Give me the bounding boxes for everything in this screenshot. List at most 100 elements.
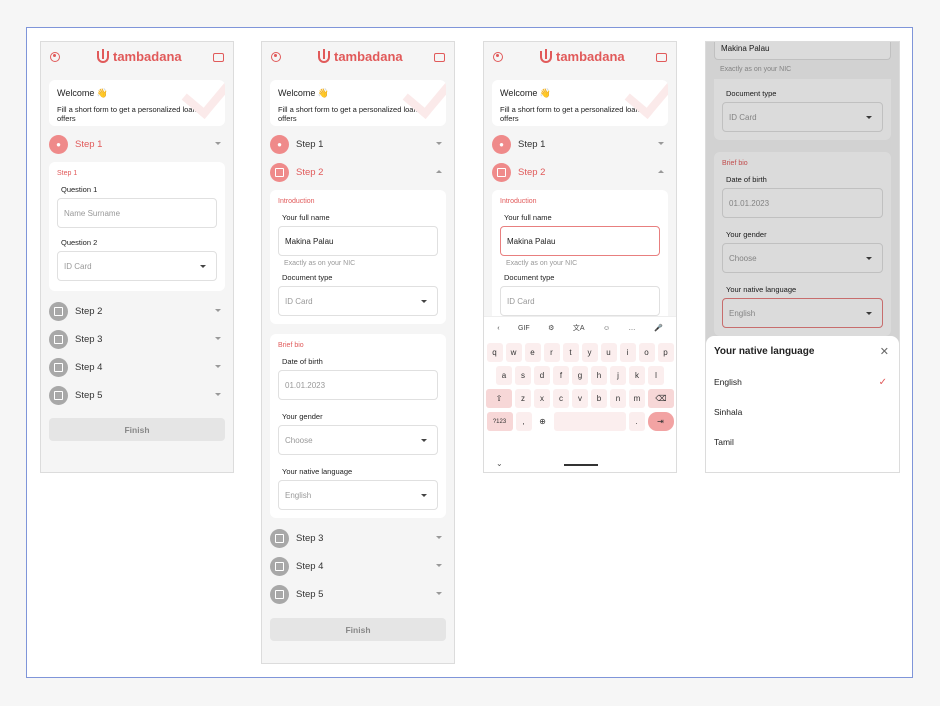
finish-button[interactable]: Finish <box>270 618 446 641</box>
key-r[interactable]: r <box>543 343 560 362</box>
key-d[interactable]: d <box>534 366 550 385</box>
question-1-input[interactable]: Name Surname <box>57 198 217 228</box>
comma-key[interactable]: , <box>515 412 532 431</box>
next-key[interactable]: ⇥ <box>647 412 674 431</box>
key-k[interactable]: k <box>629 366 645 385</box>
form-icon <box>49 301 68 321</box>
sticker-icon[interactable]: ☺ <box>603 325 610 332</box>
key-e[interactable]: e <box>524 343 541 362</box>
full-name-input[interactable]: Makina Palau <box>500 226 660 256</box>
key-n[interactable]: n <box>610 389 626 408</box>
key-l[interactable]: l <box>648 366 664 385</box>
key-s[interactable]: s <box>515 366 531 385</box>
backspace-key[interactable]: ⌫ <box>648 389 674 408</box>
mic-icon[interactable]: 🎤 <box>654 324 663 332</box>
option-sinhala[interactable]: Sinhala <box>714 397 891 427</box>
document-type-select[interactable]: ID Card <box>278 286 438 316</box>
introduction-card: Document type ID Card <box>714 79 891 140</box>
key-m[interactable]: m <box>629 389 645 408</box>
welcome-card: Welcome 👋 Fill a short form to get a per… <box>492 80 668 126</box>
id-card-icon <box>270 528 289 548</box>
key-y[interactable]: y <box>581 343 598 362</box>
gender-select[interactable]: Choose <box>278 425 438 455</box>
back-icon[interactable]: ‹ <box>497 325 499 332</box>
gender-select[interactable]: Choose <box>722 243 883 273</box>
step-1-header[interactable]: ● Step 1 <box>49 130 225 158</box>
brief-bio-card: Brief bio Date of birth 01.01.2023 Your … <box>714 152 891 336</box>
key-i[interactable]: i <box>619 343 636 362</box>
translate-icon[interactable]: 文A <box>573 323 585 333</box>
introduction-card: Introduction Your full name Makina Palau… <box>492 190 668 324</box>
step-5-header[interactable]: Step 5 <box>49 381 225 409</box>
profile-icon[interactable] <box>271 52 281 62</box>
option-tamil[interactable]: Tamil <box>714 427 891 457</box>
key-v[interactable]: v <box>572 389 588 408</box>
key-t[interactable]: t <box>562 343 579 362</box>
step-3-header[interactable]: Step 3 <box>270 524 446 552</box>
dropdown-icon <box>200 265 206 268</box>
profile-icon[interactable] <box>493 52 503 62</box>
chevron-down-icon <box>436 592 442 595</box>
key-a[interactable]: a <box>496 366 512 385</box>
finish-button[interactable]: Finish <box>49 418 225 441</box>
key-u[interactable]: u <box>600 343 617 362</box>
step-5-header[interactable]: Step 5 <box>270 580 446 608</box>
key-f[interactable]: f <box>553 366 569 385</box>
chevron-down-icon <box>436 536 442 539</box>
language-bottom-sheet: Your native language ✕ English ✓ Sinhala … <box>706 336 899 472</box>
close-icon[interactable]: ✕ <box>880 345 889 358</box>
full-name-input[interactable]: Makina Palau <box>278 226 438 256</box>
key-j[interactable]: j <box>610 366 626 385</box>
period-key[interactable]: . <box>628 412 645 431</box>
document-type-select[interactable]: ID Card <box>722 102 883 132</box>
chat-icon[interactable] <box>656 53 667 62</box>
chevron-down-icon <box>215 393 221 396</box>
brand-logo: tambadana <box>97 48 182 64</box>
document-type-select[interactable]: ID Card <box>500 286 660 316</box>
key-h[interactable]: h <box>591 366 607 385</box>
chat-icon[interactable] <box>213 53 224 62</box>
option-english[interactable]: English ✓ <box>714 367 891 397</box>
chat-icon[interactable] <box>434 53 445 62</box>
screen-step1: tambadana Welcome 👋 Fill a short form to… <box>40 41 234 473</box>
user-icon: ● <box>270 134 289 154</box>
native-language-select[interactable]: English <box>722 298 883 328</box>
bank-icon <box>49 357 68 377</box>
symbols-key[interactable]: ?123 <box>486 412 513 431</box>
settings-icon[interactable]: ⚙ <box>548 324 554 332</box>
step-4-header[interactable]: Step 4 <box>49 353 225 381</box>
keyboard-row-1: qwertyuiop <box>484 343 676 362</box>
key-q[interactable]: q <box>486 343 503 362</box>
key-c[interactable]: c <box>553 389 569 408</box>
globe-icon[interactable]: ⊕ <box>534 412 551 431</box>
gif-button[interactable]: GIF <box>518 325 530 332</box>
space-key[interactable] <box>553 412 626 431</box>
chevron-down-icon <box>215 365 221 368</box>
key-o[interactable]: o <box>638 343 655 362</box>
hide-keyboard-icon[interactable]: ⌄ <box>496 459 503 468</box>
logo-mark-icon <box>540 48 552 63</box>
key-w[interactable]: w <box>505 343 522 362</box>
date-of-birth-input[interactable]: 01.01.2023 <box>722 188 883 218</box>
more-icon[interactable]: … <box>629 325 636 332</box>
step-2-header[interactable]: Step 2 <box>492 158 668 186</box>
shift-key[interactable]: ⇧ <box>486 389 512 408</box>
native-language-select[interactable]: English <box>278 480 438 510</box>
question-2-select[interactable]: ID Card <box>57 251 217 281</box>
step-3-header[interactable]: Step 3 <box>49 325 225 353</box>
key-z[interactable]: z <box>515 389 531 408</box>
key-b[interactable]: b <box>591 389 607 408</box>
dropdown-icon <box>421 494 427 497</box>
step-2-header[interactable]: Step 2 <box>270 158 446 186</box>
key-p[interactable]: p <box>657 343 674 362</box>
language-options: English ✓ Sinhala Tamil <box>714 367 891 457</box>
date-of-birth-input[interactable]: 01.01.2023 <box>278 370 438 400</box>
full-name-input[interactable]: Makina Palau <box>714 42 891 60</box>
key-g[interactable]: g <box>572 366 588 385</box>
step-4-header[interactable]: Step 4 <box>270 552 446 580</box>
step-1-header[interactable]: ● Step 1 <box>270 130 446 158</box>
step-1-header[interactable]: ● Step 1 <box>492 130 668 158</box>
profile-icon[interactable] <box>50 52 60 62</box>
key-x[interactable]: x <box>534 389 550 408</box>
step-2-header[interactable]: Step 2 <box>49 297 225 325</box>
